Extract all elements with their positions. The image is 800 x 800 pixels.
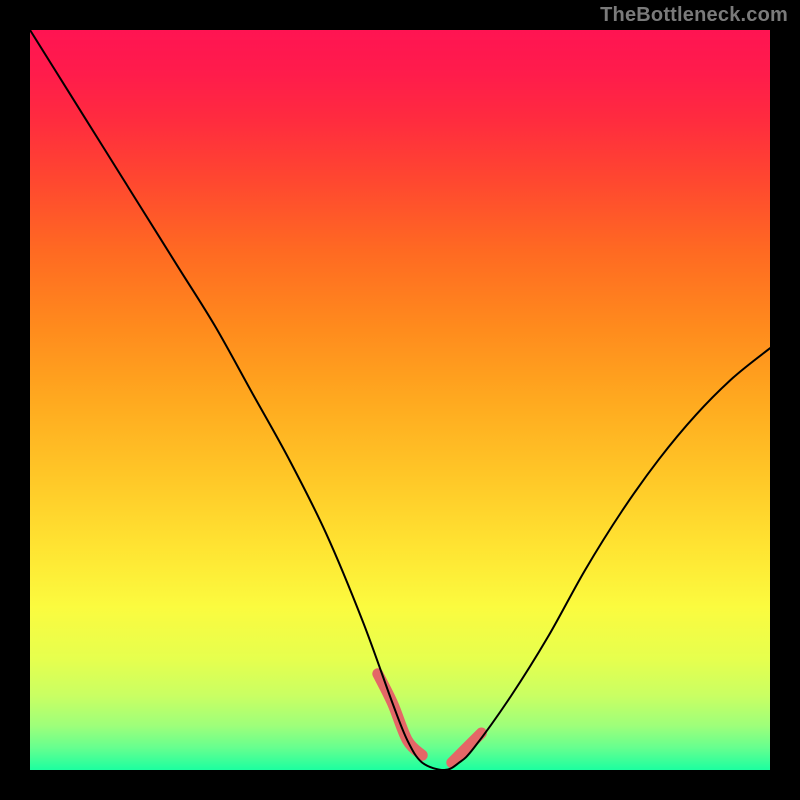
accent-segment-1 [378,674,422,755]
accent-segment-2 [452,733,482,763]
watermark-text: TheBottleneck.com [600,4,788,27]
plot-area [30,30,770,770]
bottleneck-curve [30,30,770,770]
chart-frame: TheBottleneck.com [0,0,800,800]
curve-layer [30,30,770,770]
